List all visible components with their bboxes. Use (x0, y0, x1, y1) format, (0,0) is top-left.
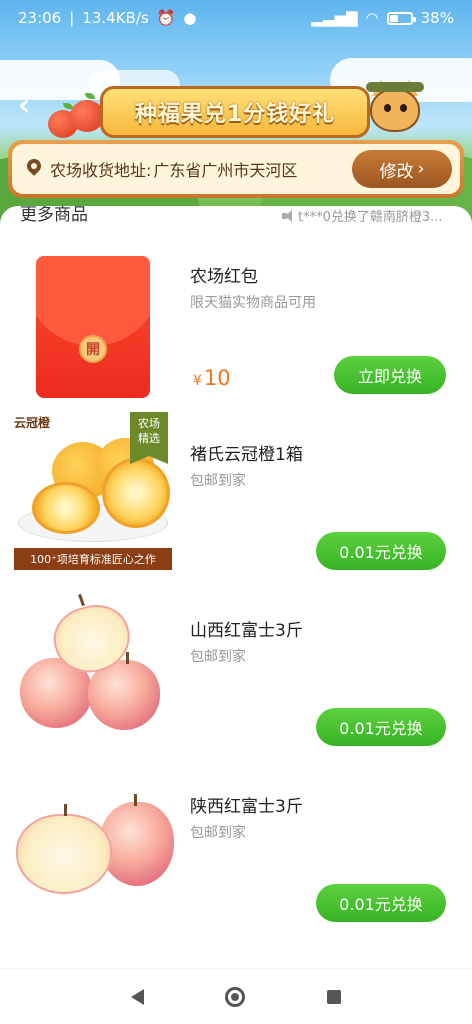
status-bar: 23:06 | 13.4KB/s ⏰ ● ▂▃▅▇ ◠ 38% (0, 0, 472, 36)
section-title: 更多商品 (20, 206, 88, 225)
product-item[interactable]: 山西红富士3斤 包邮到家 0.01元兑换 (0, 588, 472, 764)
back-button[interactable]: ‹ (18, 91, 46, 121)
back-icon[interactable] (130, 988, 144, 1005)
exchange-button[interactable]: 0.01元兑换 (316, 708, 446, 746)
signal-icon: ▂▃▅▇ (311, 9, 358, 27)
battery-level (389, 14, 398, 22)
redeem-ticker: t***0兑换了赣南脐橙3... (282, 206, 443, 225)
product-title: 山西红富士3斤 (190, 621, 303, 641)
image-footer: 100⁺项培育标准匠心之作 (14, 548, 172, 570)
battery-icon (386, 11, 416, 25)
exchange-button[interactable]: 0.01元兑换 (316, 884, 446, 922)
product-title: 陕西红富士3斤 (190, 797, 303, 817)
product-image (14, 764, 174, 924)
alarm-icon: ⏰ (156, 9, 176, 27)
location-pin-icon (26, 159, 42, 179)
status-time: 23:06 (18, 9, 62, 27)
product-image: 云冠橙 农场 精选 100⁺项培育标准匠心之作 (14, 412, 174, 572)
ticker-text: t***0兑换了赣南脐橙3... (298, 210, 443, 225)
home-icon[interactable] (225, 986, 246, 1007)
oranges-photo: 云冠橙 农场 精选 100⁺项培育标准匠心之作 (14, 412, 174, 572)
farm-tag-line2: 精选 (138, 432, 160, 445)
status-divider: | (69, 9, 75, 27)
product-price: ¥10 (193, 366, 231, 390)
chevron-right-icon: › (417, 159, 425, 179)
recents-icon[interactable] (327, 989, 342, 1004)
brand-tag: 云冠橙 (14, 416, 51, 430)
cat-mascot-icon (364, 78, 426, 140)
address-value: 广东省广州市天河区 (153, 161, 298, 180)
exchange-button[interactable]: 0.01元兑换 (316, 532, 446, 570)
edit-address-button[interactable]: 修改 › (352, 150, 452, 188)
product-image: 開 (14, 250, 174, 410)
battery-percent: 38% (420, 9, 454, 27)
price-value: 10 (203, 366, 231, 390)
speaker-icon (282, 209, 294, 222)
product-title: 褚氏云冠橙1箱 (190, 445, 303, 465)
address-label: 农场收货地址: (50, 161, 152, 180)
product-item[interactable]: 云冠橙 农场 精选 100⁺项培育标准匠心之作 褚氏云冠橙1箱 包邮到家 0.0… (0, 412, 472, 588)
seal: 開 (79, 335, 107, 363)
product-image (14, 588, 174, 748)
product-list-panel: 更多商品 t***0兑换了赣南脐橙3... 開 农场红包 限天猫实物商品可用 ¥… (0, 206, 472, 968)
section-header: 更多商品 t***0兑换了赣南脐橙3... (0, 206, 472, 232)
currency-symbol: ¥ (193, 373, 202, 389)
product-item[interactable]: 陕西红富士3斤 包邮到家 0.01元兑换 (0, 764, 472, 940)
product-subtitle: 限天猫实物商品可用 (190, 295, 316, 311)
red-envelope-icon: 開 (36, 256, 150, 398)
product-subtitle: 包邮到家 (190, 825, 246, 841)
address-card: 农场收货地址: 广东省广州市天河区 修改 › (8, 140, 464, 198)
farm-tag-line1: 农场 (138, 417, 160, 430)
exchange-button[interactable]: 立即兑换 (334, 356, 446, 394)
battery-value: 38 (420, 9, 440, 27)
farm-selected-tag: 农场 精选 (130, 412, 168, 464)
product-item[interactable]: 開 农场红包 限天猫实物商品可用 ¥10 立即兑换 (0, 240, 472, 416)
system-navigation-bar (0, 968, 472, 1024)
event-banner-title: 种福果兑1分钱好礼 (100, 86, 370, 138)
wifi-icon: ◠ (365, 9, 379, 27)
wechat-icon: ● (183, 9, 197, 27)
apple-icon (70, 93, 104, 132)
edit-address-label: 修改 (379, 161, 414, 182)
product-subtitle: 包邮到家 (190, 649, 246, 665)
product-title: 农场红包 (190, 267, 258, 287)
status-speed: 13.4KB/s (82, 9, 149, 27)
product-subtitle: 包邮到家 (190, 473, 246, 489)
